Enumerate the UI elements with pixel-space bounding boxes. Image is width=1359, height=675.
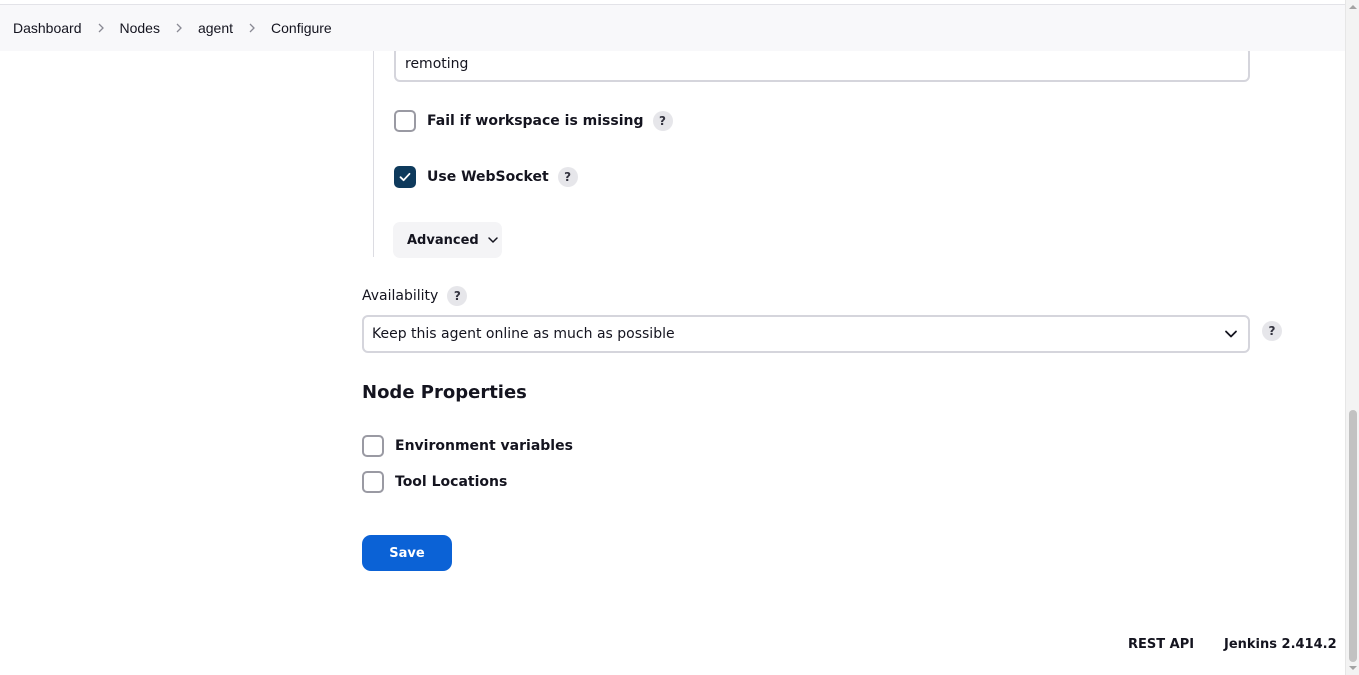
breadcrumb: Dashboard Nodes agent Configure bbox=[0, 5, 1345, 51]
breadcrumb-configure[interactable]: Configure bbox=[271, 20, 332, 36]
availability-label-row: Availability ? bbox=[362, 286, 468, 306]
availability-selected-value: Keep this agent online as much as possib… bbox=[372, 326, 675, 342]
tool-locations-row: Tool Locations bbox=[362, 471, 507, 493]
advanced-button[interactable]: Advanced bbox=[393, 222, 502, 258]
jenkins-version-link[interactable]: Jenkins 2.414.2 bbox=[1224, 637, 1337, 652]
tool-locations-label[interactable]: Tool Locations bbox=[395, 474, 507, 490]
breadcrumb-dashboard[interactable]: Dashboard bbox=[13, 20, 82, 36]
tool-locations-checkbox[interactable] bbox=[362, 471, 384, 493]
chevron-right-icon bbox=[174, 23, 184, 33]
help-icon[interactable]: ? bbox=[1262, 321, 1282, 341]
fail-if-workspace-missing-checkbox[interactable] bbox=[394, 110, 416, 132]
scroll-up-arrow-icon[interactable] bbox=[1349, 3, 1357, 11]
node-properties-heading: Node Properties bbox=[362, 382, 527, 403]
help-icon[interactable]: ? bbox=[652, 111, 673, 131]
vertical-scrollbar[interactable] bbox=[1345, 0, 1359, 675]
use-websocket-row: Use WebSocket ? bbox=[394, 166, 578, 188]
launch-method-section-rule bbox=[373, 40, 374, 257]
configure-form: remoting Fail if workspace is missing ? … bbox=[0, 0, 1345, 675]
environment-variables-row: Environment variables bbox=[362, 435, 573, 457]
advanced-label: Advanced bbox=[407, 232, 479, 248]
chevron-down-icon bbox=[1225, 330, 1237, 338]
environment-variables-label[interactable]: Environment variables bbox=[395, 438, 573, 454]
availability-label: Availability bbox=[362, 288, 439, 304]
scrollbar-thumb[interactable] bbox=[1349, 410, 1357, 662]
scroll-down-arrow-icon[interactable] bbox=[1349, 664, 1357, 672]
availability-select[interactable]: Keep this agent online as much as possib… bbox=[362, 315, 1250, 353]
use-websocket-checkbox[interactable] bbox=[394, 166, 416, 188]
remote-root-directory-value: remoting bbox=[405, 56, 469, 72]
rest-api-link[interactable]: REST API bbox=[1128, 637, 1194, 652]
breadcrumb-nodes[interactable]: Nodes bbox=[120, 20, 160, 36]
fail-if-workspace-missing-label[interactable]: Fail if workspace is missing bbox=[427, 113, 644, 129]
environment-variables-checkbox[interactable] bbox=[362, 435, 384, 457]
help-icon[interactable]: ? bbox=[557, 167, 578, 187]
fail-if-workspace-missing-row: Fail if workspace is missing ? bbox=[394, 110, 673, 132]
chevron-down-icon bbox=[487, 237, 498, 243]
remote-root-directory-input[interactable]: remoting bbox=[394, 46, 1250, 82]
chevron-right-icon bbox=[247, 23, 257, 33]
chevron-right-icon bbox=[96, 23, 106, 33]
use-websocket-label[interactable]: Use WebSocket bbox=[427, 169, 549, 185]
help-icon[interactable]: ? bbox=[447, 286, 468, 306]
save-button[interactable]: Save bbox=[362, 535, 452, 571]
breadcrumb-agent[interactable]: agent bbox=[198, 20, 233, 36]
checkmark-icon bbox=[399, 172, 411, 182]
